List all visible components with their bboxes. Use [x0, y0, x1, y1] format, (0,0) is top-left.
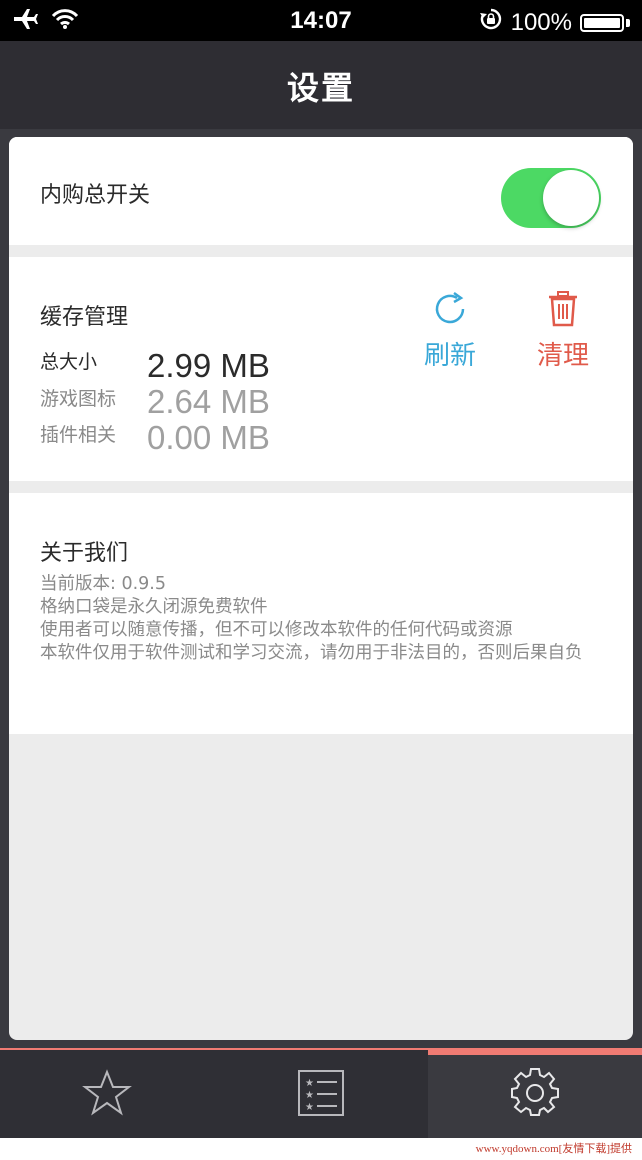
iap-toggle[interactable]	[501, 168, 601, 228]
about-line: 格纳口袋是永久闭源免费软件	[40, 597, 268, 617]
settings-content: 内购总开关 缓存管理 总大小 2.99 MB 游戏图标 2.64 MB 插件相关…	[9, 137, 633, 1040]
tab-settings[interactable]	[428, 1048, 642, 1138]
iap-card: 内购总开关	[9, 137, 633, 245]
rotation-lock-icon	[479, 7, 503, 38]
clear-label: 清理	[536, 341, 589, 371]
cache-card: 缓存管理 总大小 2.99 MB 游戏图标 2.64 MB 插件相关 0.00 …	[9, 257, 633, 481]
status-bar: 14:07 100%	[0, 0, 642, 41]
page-title: 设置	[286, 69, 355, 107]
battery-percent: 100%	[510, 8, 572, 36]
refresh-button[interactable]: 刷新	[410, 289, 490, 372]
tab-list[interactable]: ★ ★ ★	[214, 1048, 428, 1138]
toggle-knob	[543, 170, 599, 226]
svg-text:★: ★	[305, 1102, 314, 1113]
cache-icons-value: 2.64 MB	[147, 383, 270, 420]
about-title: 关于我们	[40, 541, 129, 566]
trash-icon	[543, 291, 583, 333]
refresh-icon	[430, 291, 470, 333]
cache-total-label: 总大小	[40, 351, 98, 373]
cache-plugins-value: 0.00 MB	[147, 419, 270, 456]
about-card: 关于我们 当前版本: 0.9.5 格纳口袋是永久闭源免费软件 使用者可以随意传播…	[9, 493, 633, 734]
refresh-label: 刷新	[423, 341, 476, 371]
cache-total-value: 2.99 MB	[147, 347, 270, 384]
about-version: 当前版本: 0.9.5	[40, 574, 166, 594]
footer: www.yqdown.com[友情下载]提供	[0, 1138, 642, 1160]
navigation-bar: 设置	[0, 41, 642, 129]
cache-plugins-label: 插件相关	[40, 424, 117, 446]
watermark: www.yqdown.com[友情下载]提供	[475, 1143, 632, 1155]
battery-icon	[580, 13, 624, 32]
clear-button[interactable]: 清理	[523, 289, 603, 372]
tab-bar: ★ ★ ★	[0, 1048, 642, 1138]
svg-text:★: ★	[305, 1078, 314, 1089]
about-line: 本软件仅用于软件测试和学习交流，请勿用于非法目的，否则后果自负	[40, 643, 583, 663]
tab-favorites[interactable]	[0, 1048, 214, 1138]
svg-text:★: ★	[305, 1090, 314, 1101]
about-line: 使用者可以随意传播，但不可以修改本软件的任何代码或资源	[40, 620, 513, 640]
iap-label: 内购总开关	[40, 183, 151, 208]
cache-title: 缓存管理	[40, 305, 129, 330]
cache-icons-label: 游戏图标	[40, 388, 117, 410]
